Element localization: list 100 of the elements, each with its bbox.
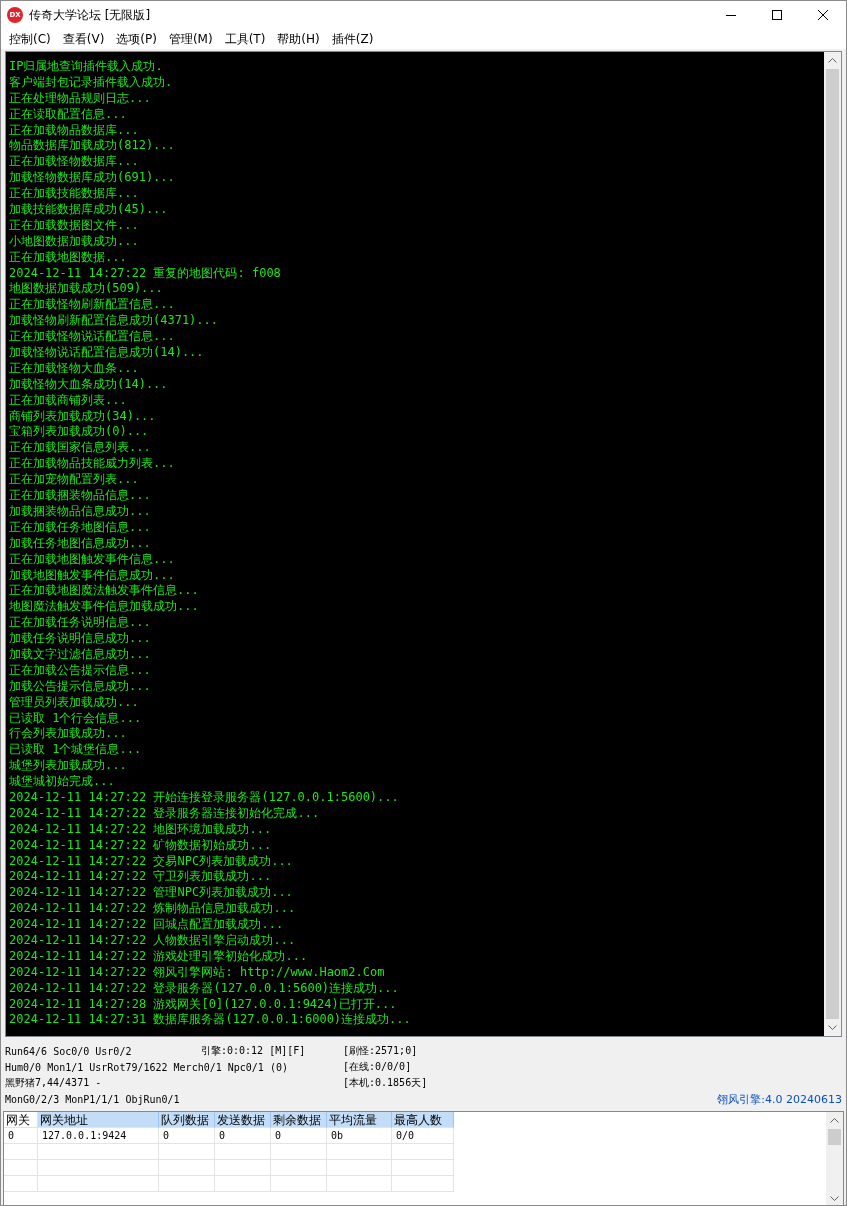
empty-cell: [159, 1176, 215, 1192]
empty-cell: [271, 1144, 327, 1160]
log-line: 正在加载怪物刷新配置信息...: [9, 297, 175, 314]
log-line: 正在加载怪物大血条...: [9, 360, 139, 377]
log-line: 地图数据加载成功(509)...: [9, 281, 163, 298]
log-line: 2024-12-11 14:27:28 游戏网关[0](127.0.0.1:9424)已打开...: [9, 996, 397, 1013]
log-line: 正在加载怪物说话配置信息...: [9, 329, 175, 346]
empty-cell: [215, 1144, 271, 1160]
window-title: 传奇大学论坛 [无限版]: [29, 6, 152, 24]
log-line: 行会列表加载成功...: [9, 726, 127, 743]
log-line: 加载怪物数据库成功(691)...: [9, 170, 175, 187]
log-line: 正在加载地图数据...: [9, 249, 127, 266]
empty-cell: [215, 1176, 271, 1192]
log-line: 2024-12-11 14:27:22 守卫列表加载成功...: [9, 869, 272, 886]
log-line: 正在处理物品规则日志...: [9, 90, 151, 107]
status-text: [本机:0.1856天]: [343, 1076, 428, 1090]
menu-item[interactable]: 插件(Z): [325, 30, 380, 48]
empty-cell: [159, 1160, 215, 1176]
log-line: 加载技能数据库成功(45)...: [9, 202, 168, 218]
menu-item[interactable]: 控制(C): [3, 30, 57, 48]
log-line: 2024-12-11 14:27:22 回城点配置加载成功...: [9, 917, 284, 933]
column-header[interactable]: 平均流量: [327, 1112, 392, 1128]
menu-item[interactable]: 帮助(H): [271, 30, 326, 48]
scroll-down-icon[interactable]: [828, 1025, 837, 1030]
log-line: 加载捆装物品信息成功...: [9, 503, 151, 520]
empty-cell: [327, 1176, 392, 1192]
close-icon: [818, 10, 828, 20]
log-line: 正在加载商铺列表...: [9, 392, 127, 409]
table-cell: 0: [271, 1128, 327, 1144]
log-line: 2024-12-11 14:27:22 管理NPC列表加载成功...: [9, 885, 293, 902]
column-header[interactable]: 队列数据: [159, 1112, 215, 1128]
log-line: 城堡城初始完成...: [9, 774, 115, 790]
log-line: 2024-12-11 14:27:22 矿物数据初始成功...: [9, 837, 272, 854]
log-line: 加载怪物大血条成功(14)...: [9, 376, 168, 393]
scroll-thumb[interactable]: [826, 69, 839, 1019]
log-line: 2024-12-11 14:27:22 地图环境加载成功...: [9, 821, 272, 838]
column-header[interactable]: 发送数据: [215, 1112, 271, 1128]
log-line: 正在加载国家信息列表...: [9, 440, 151, 457]
menu-item[interactable]: 选项(P): [110, 30, 163, 48]
status-text: Hum0/0 Mon1/1 UsrRot79/1622 Merch0/1 Npc0/1 (0): [5, 1061, 288, 1073]
empty-cell: [4, 1144, 38, 1160]
scroll-up-icon[interactable]: [830, 1118, 839, 1123]
log-line: 加载怪物说话配置信息成功(14)...: [9, 345, 204, 361]
menu-item[interactable]: 工具(T): [218, 30, 272, 48]
empty-cell: [327, 1144, 392, 1160]
empty-cell: [392, 1160, 454, 1176]
column-header[interactable]: 网关地址: [38, 1112, 159, 1128]
log-line: 管理员列表加载成功...: [9, 694, 139, 711]
menu-item[interactable]: 管理(M): [162, 30, 219, 48]
log-line: 正在加载地图触发事件信息...: [9, 551, 175, 568]
log-line: 正在读取配置信息...: [9, 106, 127, 123]
status-text: [在线:0/0/0]: [343, 1060, 412, 1074]
menu-item[interactable]: 查看(V): [56, 30, 111, 48]
log-line: 正在加载公告提示信息...: [9, 662, 151, 679]
log-line: 正在加载技能数据库...: [9, 186, 139, 202]
empty-cell: [271, 1176, 327, 1192]
log-line: 正在加载物品技能威力列表...: [9, 456, 175, 473]
scroll-thumb[interactable]: [828, 1129, 841, 1145]
log-line: 宝箱列表加载成功(0)...: [9, 424, 149, 441]
table-cell: 0: [4, 1128, 38, 1144]
log-line: 2024-12-11 14:27:22 登录服务器(127.0.0.1:5600)连接成功...: [9, 980, 399, 997]
minimize-icon: [726, 14, 736, 16]
column-header[interactable]: 最高人数: [392, 1112, 454, 1128]
log-line: 2024-12-11 14:27:22 翎风引擎网站: http://www.Haom2.Com: [9, 964, 385, 981]
empty-cell: [4, 1160, 38, 1176]
log-line: 正在加载怪物数据库...: [9, 154, 139, 171]
log-line: 已读取 1个城堡信息...: [9, 742, 142, 759]
status-text: [刷怪:2571;0]: [343, 1044, 418, 1058]
log-line: 正在加载任务说明信息...: [9, 615, 151, 632]
log-line: 正在加载物品数据库...: [9, 122, 139, 139]
log-line: 加载任务说明信息成功...: [9, 631, 151, 647]
table-cell: 0/0: [392, 1128, 454, 1144]
status-text: MonG0/2/3 MonP1/1/1 ObjRun0/1: [5, 1093, 180, 1105]
log-line: 2024-12-11 14:27:22 交易NPC列表加载成功...: [9, 853, 293, 870]
empty-cell: [159, 1144, 215, 1160]
column-header[interactable]: 剩余数据: [271, 1112, 327, 1128]
log-line: 2024-12-11 14:27:22 开始连接登录服务器(127.0.0.1:5600)...: [9, 789, 399, 806]
log-line: 地图魔法触发事件信息加载成功...: [9, 599, 199, 616]
log-line: 正在加宠物配置列表...: [9, 472, 139, 489]
scroll-up-icon[interactable]: [828, 58, 837, 63]
log-line: 已读取 1个行会信息...: [9, 710, 142, 727]
log-line: 2024-12-11 14:27:22 炼制物品信息加载成功...: [9, 901, 296, 918]
log-line: 加载公告提示信息成功...: [9, 678, 151, 695]
table-cell: 0: [159, 1128, 215, 1144]
log-line: 2024-12-11 14:27:22 游戏处理引擎初始化成功...: [9, 948, 308, 965]
log-line: 正在加载捆装物品信息...: [9, 488, 151, 504]
empty-cell: [392, 1176, 454, 1192]
version-label: 翎风引擎:4.0 20240613: [717, 1091, 842, 1107]
log-line: 物品数据库加载成功(812)...: [9, 138, 175, 155]
empty-cell: [215, 1160, 271, 1176]
status-text: Run64/6 Soc0/0 Usr0/2: [5, 1045, 132, 1057]
log-line: 正在加载任务地图信息...: [9, 519, 151, 536]
scrollbar[interactable]: [826, 1112, 843, 1205]
log-line: 2024-12-11 14:27:22 人物数据引擎启动成功...: [9, 933, 296, 949]
scroll-down-icon[interactable]: [830, 1196, 839, 1201]
maximize-icon: [772, 10, 782, 20]
log-line: 客户端封包记录插件载入成功.: [9, 74, 173, 91]
empty-cell: [327, 1160, 392, 1176]
scrollbar[interactable]: [824, 52, 841, 1036]
log-line: 2024-12-11 14:27:22 重复的地图代码: f008: [9, 265, 281, 282]
